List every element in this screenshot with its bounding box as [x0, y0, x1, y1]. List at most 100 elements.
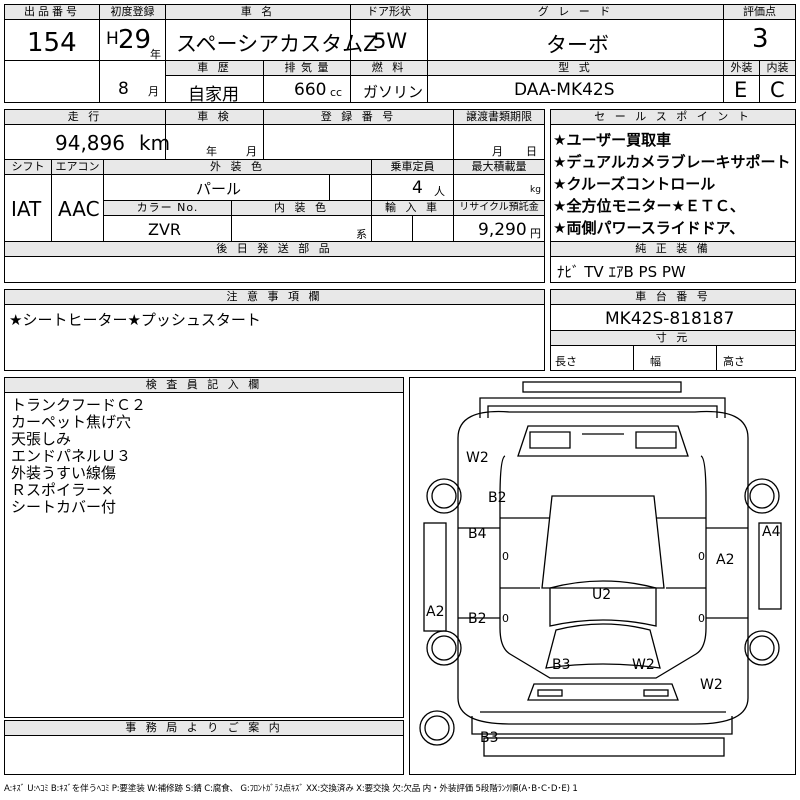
- score-box: 3: [723, 19, 796, 61]
- seats-value: 4: [412, 178, 423, 198]
- color-divider: [329, 174, 372, 201]
- transfer-month: 月: [492, 145, 503, 158]
- mileage-label: 走 行: [4, 109, 166, 125]
- int-label: 内装: [759, 60, 796, 76]
- damage-mark: A2: [716, 552, 735, 568]
- recycle-box: 9,290 円: [453, 215, 545, 242]
- colorno-box: ZVR: [103, 215, 232, 242]
- recycle-label: リサイクル預託金: [453, 200, 545, 216]
- load-label: 最大積載量: [453, 159, 545, 175]
- reg-era: H: [106, 29, 119, 49]
- office-box: [4, 735, 404, 775]
- handle-mark: 0: [698, 550, 705, 563]
- seats-unit: 人: [434, 185, 445, 198]
- dims-len-box: 長さ: [550, 345, 634, 371]
- ext-value: E: [734, 78, 748, 102]
- shift-box: IAT: [4, 174, 52, 242]
- history-box: 自家用: [165, 75, 264, 105]
- notes-box: ★シートヒーター★プッシュスタート: [4, 304, 545, 371]
- lot-box: 154: [4, 19, 100, 103]
- ext-label: 外装: [723, 60, 760, 76]
- inspector-line: シートカバー付: [11, 498, 117, 516]
- fuel-box: ガソリン: [350, 75, 428, 103]
- reg-box: H 29 年: [99, 19, 166, 61]
- import-box-b: [412, 215, 454, 242]
- equip-value: ﾅﾋﾞ TV ｴｱB PS PW: [557, 263, 686, 281]
- sales-list: ★ユーザー買取車 ★デュアルカメラブレーキサポート ★クルーズコントロール ★全…: [553, 129, 791, 239]
- inspect-year: 年: [206, 145, 217, 158]
- transfer-box: 月 日: [453, 124, 545, 160]
- seats-box: 4 人: [371, 174, 454, 201]
- inspector-line: カーペット焦げ穴: [11, 413, 132, 431]
- notes-value: ★シートヒーター★プッシュスタート: [9, 311, 261, 329]
- score-label: 評価点: [723, 4, 796, 20]
- color-label: 外 装 色: [103, 159, 372, 175]
- intcolor-unit: 系: [356, 228, 367, 241]
- model-label: 型 式: [427, 60, 724, 76]
- history-label: 車 歴: [165, 60, 264, 76]
- ac-value: AAC: [58, 197, 100, 221]
- sales-item: ★両側パワースライドドア、: [553, 219, 745, 237]
- inspector-label: 検 査 員 記 入 欄: [4, 377, 404, 393]
- shift-value: IAT: [11, 197, 42, 221]
- damage-mark: B2: [488, 490, 507, 506]
- sales-item: ★全方位モニター★ＥＴＣ、: [553, 197, 745, 215]
- reg-month-box: 8 月: [99, 60, 166, 103]
- damage-mark: U2: [592, 587, 612, 603]
- reg-month-unit: 月: [148, 85, 159, 98]
- int-value: C: [770, 78, 785, 102]
- equip-label: 純 正 装 備: [550, 241, 796, 257]
- inspect-label: 車 検: [165, 109, 264, 125]
- dims-len: 長さ: [555, 355, 577, 368]
- grade-label: グ レ ー ド: [427, 4, 724, 20]
- inspector-box: トランクフードＣ２ カーペット焦げ穴 天張しみ エンドパネルＵ３ 外装うすい線傷…: [4, 392, 404, 718]
- inspector-list: トランクフードＣ２ カーペット焦げ穴 天張しみ エンドパネルＵ３ 外装うすい線傷…: [11, 397, 146, 516]
- sales-label: セ ー ル ス ポ イ ン ト: [550, 109, 796, 125]
- door-label: ドア形状: [350, 4, 428, 20]
- dims-label: 寸 元: [550, 330, 796, 346]
- lot-label: 出品番号: [4, 4, 100, 20]
- grade-box: ターボ: [427, 19, 724, 61]
- ac-label: エアコン: [51, 159, 104, 175]
- seats-label: 乗車定員: [371, 159, 454, 175]
- reg-month: 8: [118, 79, 129, 99]
- dims-width-box: 幅: [633, 345, 717, 371]
- equip-box: ﾅﾋﾞ TV ｴｱB PS PW: [550, 256, 796, 283]
- later-box: [4, 256, 545, 283]
- reg-year: 29: [118, 25, 152, 55]
- model-value: DAA-MK42S: [514, 80, 615, 100]
- ext-box: E: [723, 75, 760, 103]
- door-value: 5W: [373, 29, 408, 53]
- disp-box: 660 cc: [263, 75, 351, 103]
- chassis-label: 車 台 番 号: [550, 289, 796, 305]
- damage-mark: W2: [466, 450, 489, 466]
- dims-height: 高さ: [723, 355, 745, 368]
- dims-width: 幅: [650, 355, 661, 368]
- chassis-box: MK42S-818187: [550, 304, 796, 331]
- later-label: 後 日 発 送 部 品: [4, 241, 545, 257]
- inspect-month: 月: [246, 145, 257, 158]
- damage-mark: W2: [632, 657, 655, 673]
- sales-item: ★デュアルカメラブレーキサポート: [553, 153, 791, 171]
- colorno-label: カラー No.: [103, 200, 232, 216]
- ac-box: AAC: [51, 174, 104, 242]
- colorno-value: ZVR: [148, 220, 182, 239]
- sales-item: ★ユーザー買取車: [553, 131, 672, 149]
- damage-mark: B3: [480, 730, 499, 746]
- sales-item: ★クルーズコントロール: [553, 175, 716, 193]
- sales-box: ★ユーザー買取車 ★デュアルカメラブレーキサポート ★クルーズコントロール ★全…: [550, 124, 796, 242]
- history-value: 自家用: [188, 85, 239, 105]
- car-diagram-svg: [419, 381, 782, 757]
- damage-mark: B2: [468, 611, 487, 627]
- inspector-line: トランクフードＣ２: [11, 396, 147, 414]
- mileage-value: 94,896: [55, 131, 125, 155]
- fuel-value: ガソリン: [363, 83, 424, 101]
- model-box: DAA-MK42S: [427, 75, 724, 103]
- name-label: 車 名: [165, 4, 351, 20]
- door-box: 5W: [350, 19, 428, 61]
- transfer-day: 日: [526, 145, 537, 158]
- car-diagram: W2 B2 B4 A4 A2 U2 A2 B2 B3 W2 W2 B3 0 0 …: [409, 377, 796, 775]
- damage-mark: W2: [700, 677, 723, 693]
- reg-label: 初度登録: [99, 4, 166, 20]
- inspector-line: エンドパネルＵ３: [11, 447, 132, 465]
